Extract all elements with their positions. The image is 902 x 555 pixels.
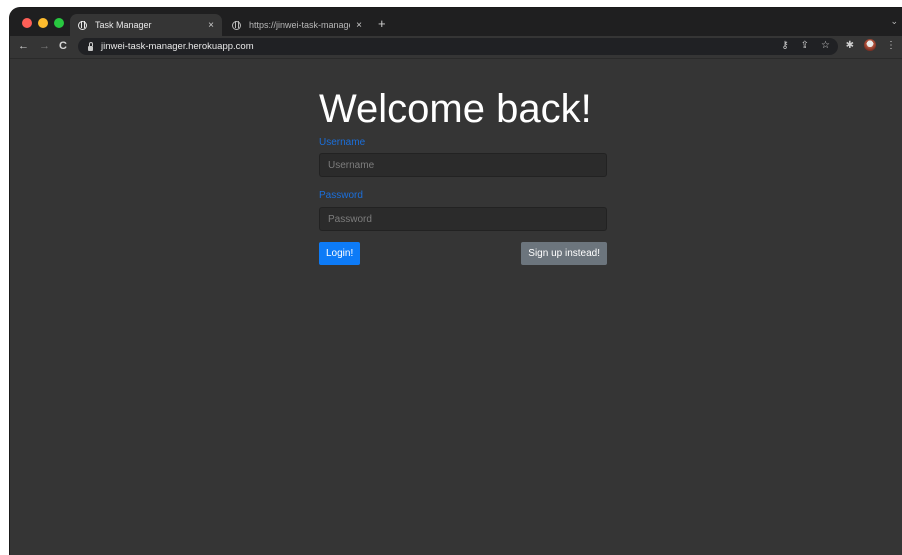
profile-avatar[interactable]: [864, 39, 876, 51]
password-label: Password: [319, 190, 363, 201]
address-bar-icons: ⚷ ⇪ ☆: [781, 40, 830, 51]
close-tab-icon[interactable]: ×: [356, 20, 362, 31]
lock-icon: [88, 42, 93, 51]
forward-arrow-icon[interactable]: →: [39, 39, 50, 53]
back-arrow-icon[interactable]: ←: [18, 39, 29, 53]
key-icon[interactable]: ⚷: [781, 40, 788, 51]
maximize-window-button[interactable]: [54, 18, 64, 28]
url-text[interactable]: jinwei-task-manager.herokuapp.com: [101, 41, 254, 52]
reload-icon[interactable]: C: [59, 39, 67, 53]
tab-heroku-url[interactable]: https://jinwei-task-manager.he ×: [224, 14, 370, 36]
close-tab-icon[interactable]: ×: [208, 20, 214, 31]
page-content: Welcome back! Username Password Login! S…: [10, 59, 902, 555]
tab-strip: Task Manager × https://jinwei-task-manag…: [10, 8, 902, 36]
menu-dots-icon[interactable]: ⋮: [886, 40, 896, 51]
username-input[interactable]: [319, 153, 607, 177]
minimize-window-button[interactable]: [38, 18, 48, 28]
address-bar[interactable]: jinwei-task-manager.herokuapp.com ⚷ ⇪ ☆: [78, 38, 838, 55]
sign-up-button[interactable]: Sign up instead!: [521, 242, 607, 265]
username-label: Username: [319, 137, 366, 148]
tab-title: Task Manager: [95, 20, 152, 30]
close-window-button[interactable]: [22, 18, 32, 28]
password-input[interactable]: [319, 207, 607, 231]
share-icon[interactable]: ⇪: [801, 40, 809, 51]
tab-task-manager[interactable]: Task Manager ×: [70, 14, 222, 36]
tab-title: https://jinwei-task-manager.he: [249, 20, 350, 30]
star-icon[interactable]: ☆: [821, 40, 830, 51]
browser-toolbar: ← → C jinwei-task-manager.herokuapp.com …: [10, 36, 902, 59]
tab-search-chevron-icon[interactable]: ⌄: [890, 16, 898, 27]
toolbar-icons: ✱ ⋮: [846, 39, 896, 51]
browser-window: Task Manager × https://jinwei-task-manag…: [10, 8, 902, 555]
login-button[interactable]: Login!: [319, 242, 361, 265]
extensions-icon[interactable]: ✱: [846, 40, 854, 51]
page-title: Welcome back!: [319, 87, 592, 131]
globe-icon: [232, 20, 241, 30]
new-tab-button[interactable]: +: [378, 17, 386, 30]
globe-icon: [78, 20, 87, 30]
